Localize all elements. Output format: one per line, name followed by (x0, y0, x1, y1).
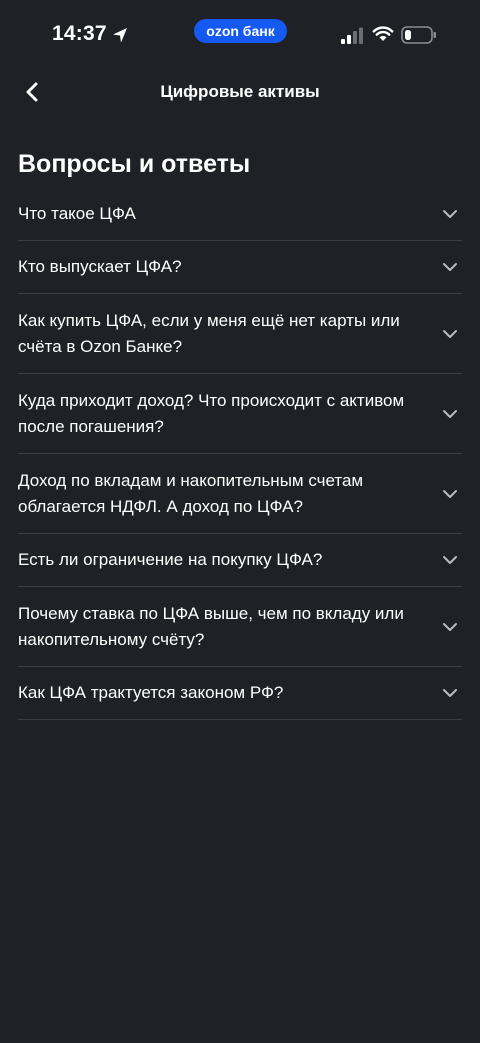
chevron-down-icon (443, 622, 457, 631)
faq-question: Почему ставка по ЦФА выше, чем по вкладу… (18, 603, 404, 649)
chevron-left-icon (26, 82, 38, 102)
faq-item[interactable]: Кто выпускает ЦФА? (18, 241, 462, 294)
faq-question: Куда приходит доход? Что происходит с ак… (18, 390, 405, 436)
battery-icon (401, 26, 436, 44)
faq-item[interactable]: Что такое ЦФА (18, 188, 462, 241)
faq-item[interactable]: Есть ли ограничение на покупку ЦФА? (18, 534, 462, 587)
faq-question: Есть ли ограничение на покупку ЦФА? (18, 550, 323, 569)
page-title: Цифровые активы (160, 82, 320, 101)
signal-icon (341, 27, 363, 44)
chevron-down-icon (443, 409, 457, 418)
faq-list: Что такое ЦФА Кто выпускает ЦФА? Как куп… (18, 188, 462, 720)
brand-pill: ozon банк (194, 19, 287, 43)
wifi-icon (372, 26, 394, 41)
faq-question: Доход по вкладам и накопительным счетам … (18, 470, 364, 516)
chevron-down-icon (443, 329, 457, 338)
chevron-down-icon (443, 556, 457, 564)
faq-question: Кто выпускает ЦФА? (18, 257, 182, 276)
faq-item[interactable]: Куда приходит доход? Что происходит с ак… (18, 374, 462, 454)
faq-question: Что такое ЦФА (18, 204, 136, 223)
chevron-down-icon (443, 689, 457, 697)
faq-item[interactable]: Почему ставка по ЦФА выше, чем по вкладу… (18, 587, 462, 667)
back-button[interactable] (14, 74, 50, 110)
chevron-down-icon (443, 210, 457, 218)
faq-item[interactable]: Как купить ЦФА, если у меня ещё нет карт… (18, 294, 462, 374)
nav-bar: Цифровые активы (0, 70, 480, 114)
faq-question: Как купить ЦФА, если у меня ещё нет карт… (18, 310, 400, 356)
section-title: Вопросы и ответы (18, 150, 251, 178)
faq-question: Как ЦФА трактуется законом РФ? (18, 683, 284, 702)
status-time: 14:37 (52, 22, 107, 45)
chevron-down-icon (443, 489, 457, 498)
faq-item[interactable]: Как ЦФА трактуется законом РФ? (18, 667, 462, 720)
location-arrow-icon (113, 28, 127, 43)
chevron-down-icon (443, 263, 457, 271)
faq-item[interactable]: Доход по вкладам и накопительным счетам … (18, 454, 462, 534)
status-bar: 14:37 ozon банк (0, 0, 480, 70)
